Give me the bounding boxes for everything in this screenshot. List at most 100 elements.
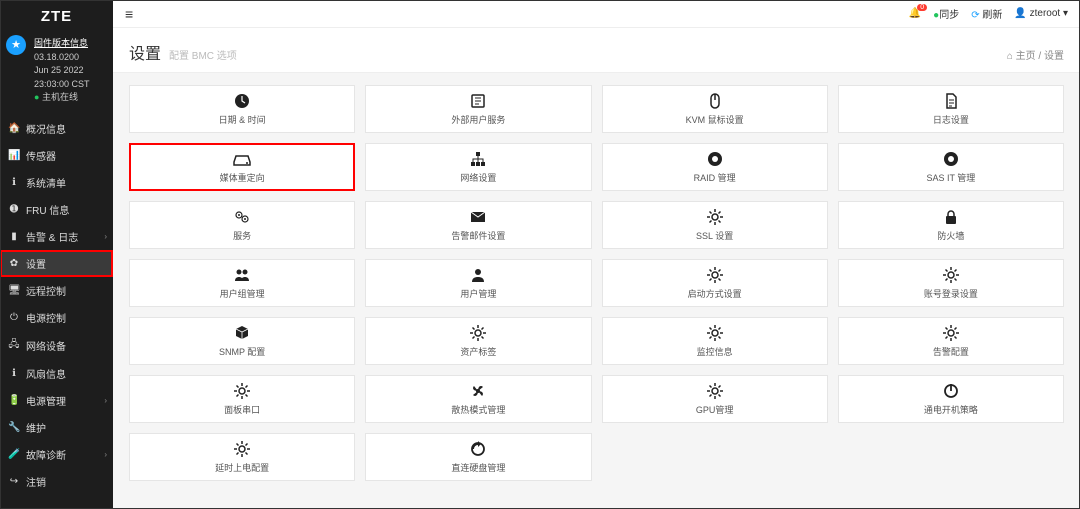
settings-card-gear-15[interactable]: 账号登录设置 [838, 259, 1064, 307]
refresh-button[interactable]: ⟳ 刷新 [971, 6, 1002, 21]
card-label: 延时上电配置 [215, 461, 269, 474]
nav-item-11[interactable]: 🔧维护 [0, 414, 113, 441]
settings-card-power-23[interactable]: 通电开机策略 [838, 375, 1064, 423]
notification-badge: 0 [917, 4, 927, 11]
hamburger-icon[interactable]: ≡ [125, 6, 133, 22]
nav-item-2[interactable]: ℹ系统清单 [0, 169, 113, 196]
power-icon [942, 382, 960, 400]
nav-item-3[interactable]: ➊FRU 信息 [0, 196, 113, 223]
settings-card-file-3[interactable]: 日志设置 [838, 85, 1064, 133]
nav-icon: ℹ [8, 368, 20, 379]
nav-item-8[interactable]: 🖧网络设备 [0, 331, 113, 360]
sync-button[interactable]: ●同步 [933, 6, 959, 21]
settings-card-ring-6[interactable]: RAID 管理 [602, 143, 828, 191]
settings-card-cube-16[interactable]: SNMP 配置 [129, 317, 355, 365]
nav-item-10[interactable]: 🔋 电源管理 › [0, 387, 113, 414]
card-label: SNMP 配置 [219, 345, 265, 358]
online-dot-icon: ● [34, 92, 39, 102]
settings-card-book-1[interactable]: 外部用户服务 [365, 85, 591, 133]
firmware-version: 03.18.0200 [34, 52, 79, 62]
gears-icon [233, 208, 251, 226]
nav-icon: 🔧 [8, 422, 20, 433]
nav-item-4[interactable]: ▮告警 & 日志› [0, 223, 113, 250]
card-label: 用户组管理 [220, 287, 265, 300]
settings-card-gear-17[interactable]: 资产标签 [365, 317, 591, 365]
nav-icon: ➊ [8, 204, 20, 215]
refresh-icon: ⟳ [971, 10, 979, 21]
card-label: 告警配置 [933, 345, 969, 358]
chevron-right-icon: › [104, 396, 107, 405]
settings-card-disk-4[interactable]: 媒体重定向 [129, 143, 355, 191]
nav-item-9[interactable]: ℹ风扇信息 [0, 360, 113, 387]
settings-card-users-12[interactable]: 用户组管理 [129, 259, 355, 307]
nav-icon: 🧪 [8, 449, 20, 460]
settings-card-recycle-25[interactable]: 直连硬盘管理 [365, 433, 591, 481]
chevron-right-icon: › [104, 232, 107, 241]
user-icon [469, 266, 487, 284]
settings-card-mail-9[interactable]: 告警邮件设置 [365, 201, 591, 249]
nav-item-5[interactable]: ✿ 设置 [0, 250, 113, 277]
page-header: 设置 配置 BMC 选项 ⌂ 主页 / 设置 [113, 28, 1080, 73]
settings-card-mouse-2[interactable]: KVM 鼠标设置 [602, 85, 828, 133]
firmware-timestamp: Jun 25 2022 23:03:00 CST [34, 65, 90, 89]
settings-card-gear-14[interactable]: 启动方式设置 [602, 259, 828, 307]
settings-card-ring-7[interactable]: SAS IT 管理 [838, 143, 1064, 191]
nav-label: 网络设备 [26, 338, 66, 353]
brand-logo: ZTE [0, 0, 113, 33]
settings-card-gear-18[interactable]: 监控信息 [602, 317, 828, 365]
host-status: 主机在线 [42, 92, 78, 102]
card-label: 外部用户服务 [451, 113, 505, 126]
nav-item-13[interactable]: ↪注销 [0, 468, 113, 495]
lock-icon [942, 208, 960, 226]
settings-card-gear-19[interactable]: 告警配置 [838, 317, 1064, 365]
mouse-icon [706, 92, 724, 110]
settings-card-net-5[interactable]: 网络设置 [365, 143, 591, 191]
card-label: 账号登录设置 [924, 287, 978, 300]
user-menu[interactable]: 👤 zteroot ▾ [1014, 8, 1068, 19]
settings-card-user-13[interactable]: 用户管理 [365, 259, 591, 307]
nav-label: 故障诊断 [26, 447, 66, 462]
topbar: ≡ 🔔 0 ●同步 ⟳ 刷新 👤 zteroot ▾ [113, 0, 1080, 28]
nav-label: 电源管理 [26, 393, 66, 408]
settings-card-gear-24[interactable]: 延时上电配置 [129, 433, 355, 481]
chevron-right-icon: › [104, 450, 107, 459]
settings-card-gear-10[interactable]: SSL 设置 [602, 201, 828, 249]
ring-icon [706, 150, 724, 168]
settings-card-fan-21[interactable]: 散热模式管理 [365, 375, 591, 423]
nav-item-6[interactable]: 🖥 远程控制 [0, 277, 113, 304]
home-icon[interactable]: ⌂ [1007, 51, 1013, 62]
nav-label: 设置 [26, 256, 46, 271]
nav-icon: 🖥 [8, 285, 20, 296]
nav-label: 概况信息 [26, 121, 66, 136]
notification-bell[interactable]: 🔔 0 [909, 8, 921, 19]
page-title: 设置 [129, 40, 161, 64]
settings-card-lock-11[interactable]: 防火墙 [838, 201, 1064, 249]
gear-icon [469, 324, 487, 342]
nav-item-12[interactable]: 🧪 故障诊断 › [0, 441, 113, 468]
card-label: RAID 管理 [694, 171, 736, 184]
gear-icon [942, 266, 960, 284]
nav-label: 电源控制 [26, 310, 66, 325]
nav-icon: 🔋 [8, 395, 20, 406]
recycle-icon [469, 440, 487, 458]
settings-grid: 日期 & 时间外部用户服务 KVM 鼠标设置日志设置媒体重定向网络设置 RAID 管… [113, 73, 1080, 493]
firmware-link[interactable]: 固件版本信息 [34, 38, 88, 48]
card-label: SSL 设置 [696, 229, 733, 242]
nav-label: 传感器 [26, 148, 56, 163]
clock-icon [233, 92, 251, 110]
nav-icon: 🏠 [8, 123, 20, 134]
settings-card-gears-8[interactable]: 服务 [129, 201, 355, 249]
nav-icon: ✿ [8, 258, 20, 269]
nav-item-7[interactable]: ⏻电源控制 [0, 304, 113, 331]
settings-card-gear-22[interactable]: GPU管理 [602, 375, 828, 423]
nav-label: 远程控制 [26, 283, 66, 298]
settings-card-gear-20[interactable]: 面板串口 [129, 375, 355, 423]
ring-icon [942, 150, 960, 168]
nav-item-0[interactable]: 🏠 概况信息 [0, 115, 113, 142]
card-label: GPU管理 [696, 403, 734, 416]
settings-card-clock-0[interactable]: 日期 & 时间 [129, 85, 355, 133]
card-label: 面板串口 [224, 403, 260, 416]
fan-icon [469, 382, 487, 400]
nav-item-1[interactable]: 📊传感器 [0, 142, 113, 169]
breadcrumb-home[interactable]: 主页 [1016, 51, 1036, 62]
